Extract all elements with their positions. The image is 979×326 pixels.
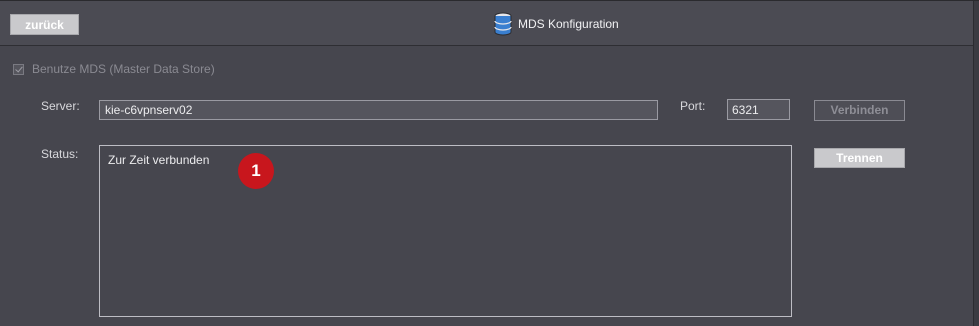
connect-button[interactable]: Verbinden [814,100,905,121]
page-title: MDS Konfiguration [518,17,619,31]
scrollbar-track[interactable] [973,1,979,326]
use-mds-option[interactable]: Benutze MDS (Master Data Store) [13,62,215,76]
database-icon [494,12,512,36]
port-input[interactable] [727,99,790,120]
annotation-badge: 1 [238,153,274,189]
use-mds-label: Benutze MDS (Master Data Store) [32,62,215,76]
server-input[interactable] [99,100,658,120]
back-button[interactable]: zurück [10,14,79,35]
server-label: Server: [41,99,80,113]
port-label: Port: [680,99,706,113]
status-label: Status: [41,147,79,161]
title-area: MDS Konfiguration [494,12,619,36]
disconnect-button[interactable]: Trennen [814,148,905,168]
status-textarea[interactable]: Zur Zeit verbunden [99,145,792,317]
mds-config-window: zurück MDS Konfiguration Benutze MDS (Ma… [0,0,979,326]
top-bar: zurück MDS Konfiguration [0,1,979,46]
status-text: Zur Zeit verbunden [108,153,210,167]
use-mds-checkbox[interactable] [13,63,24,75]
